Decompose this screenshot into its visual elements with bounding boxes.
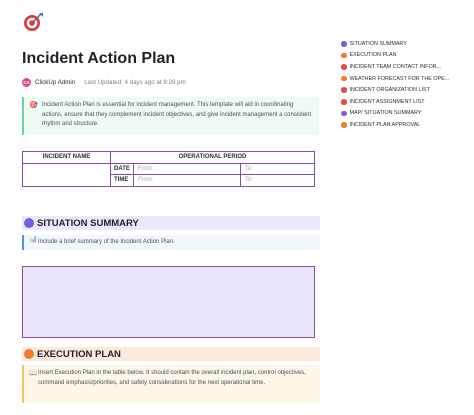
last-updated: Last Updated: 4 days ago at 8:39 pm [84, 79, 186, 86]
date-to-cell[interactable]: To: [239, 162, 316, 175]
orange-circle-icon [24, 349, 34, 359]
execution-note: 📖 Insert Execution Plan in the table bel… [22, 365, 320, 403]
toc-item[interactable]: INCIDENT PLAN APPROVAL [341, 119, 469, 131]
toc-label: INCIDENT PLAN APPROVAL [349, 121, 421, 128]
date-from-cell[interactable]: From: [132, 162, 241, 175]
bullet-icon [341, 75, 347, 82]
toc-item[interactable]: WEATHER FORECAST FOR THE OPE... [341, 73, 469, 85]
toc-label: INCIDENT ORGANIZATION LIST [349, 87, 430, 94]
toc-label: WEATHER FORECAST FOR THE OPE... [349, 75, 450, 82]
bullet-icon [341, 41, 347, 47]
situation-summary-box[interactable] [22, 266, 315, 338]
intro-callout: 🎯 Incident Action Plan is essential for … [22, 97, 319, 135]
situation-summary-heading: SITUATION SUMMARY [22, 216, 320, 230]
toc-item[interactable]: SITUATION SUMMARY [341, 38, 469, 50]
toc-label: INCIDENT ASSIGNMENT LIST [349, 98, 425, 105]
date-label: DATE [110, 162, 134, 175]
incident-name-cell[interactable] [22, 162, 111, 187]
bullet-icon [341, 122, 347, 128]
bullet-icon [341, 64, 347, 70]
purple-circle-icon [24, 218, 34, 228]
table-of-contents: SITUATION SUMMARY EXECUTION PLAN INCIDEN… [341, 38, 469, 131]
execution-plan-heading: EXECUTION PLAN [22, 347, 320, 361]
situation-note-text: Include a brief summary of the Incident … [38, 239, 175, 245]
time-label: TIME [110, 174, 134, 187]
page-title: Incident Action Plan [22, 50, 176, 67]
target-dart-icon [24, 13, 43, 31]
book-icon: 📖 [29, 370, 38, 377]
intro-text: Incident Action Plan is essential for in… [42, 102, 312, 127]
toc-item[interactable]: INCIDENT TEAM CONTACT INFOR... [341, 61, 469, 73]
bullet-icon [341, 110, 347, 117]
toc-label: INCIDENT TEAM CONTACT INFOR... [349, 63, 442, 70]
document-meta: CA ClickUp Admin Last Updated: 4 days ag… [22, 78, 186, 87]
situation-summary-title: SITUATION SUMMARY [37, 217, 139, 229]
bullet-icon [341, 87, 347, 93]
toc-label: MAP/ SITUATION SUMMARY [349, 110, 422, 117]
author-name[interactable]: ClickUp Admin [35, 79, 75, 86]
time-from-cell[interactable]: From: [132, 174, 241, 187]
execution-plan-title: EXECUTION PLAN [37, 348, 121, 360]
incident-period-table: INCIDENT NAME OPERATIONAL PERIOD DATE Fr… [22, 151, 316, 187]
toc-item[interactable]: INCIDENT ORGANIZATION LIST [341, 84, 469, 96]
situation-note: 📊 Include a brief summary of the Inciden… [22, 235, 320, 250]
avatar[interactable]: CA [22, 78, 31, 87]
toc-label: EXECUTION PLAN [349, 52, 397, 59]
bullet-icon [341, 99, 347, 105]
toc-item[interactable]: EXECUTION PLAN [341, 50, 469, 62]
toc-item[interactable]: MAP/ SITUATION SUMMARY [341, 108, 469, 120]
bullet-icon [341, 52, 347, 59]
incident-name-header: INCIDENT NAME [22, 151, 111, 164]
time-to-cell[interactable]: To: [239, 174, 316, 187]
target-dart-icon: 🎯 [29, 102, 38, 109]
operational-period-header: OPERATIONAL PERIOD [110, 151, 315, 164]
execution-note-text: Insert Execution Plan in the table below… [38, 370, 306, 386]
toc-label: SITUATION SUMMARY [349, 40, 407, 47]
chart-icon: 📊 [29, 236, 38, 243]
toc-item[interactable]: INCIDENT ASSIGNMENT LIST [341, 96, 469, 108]
